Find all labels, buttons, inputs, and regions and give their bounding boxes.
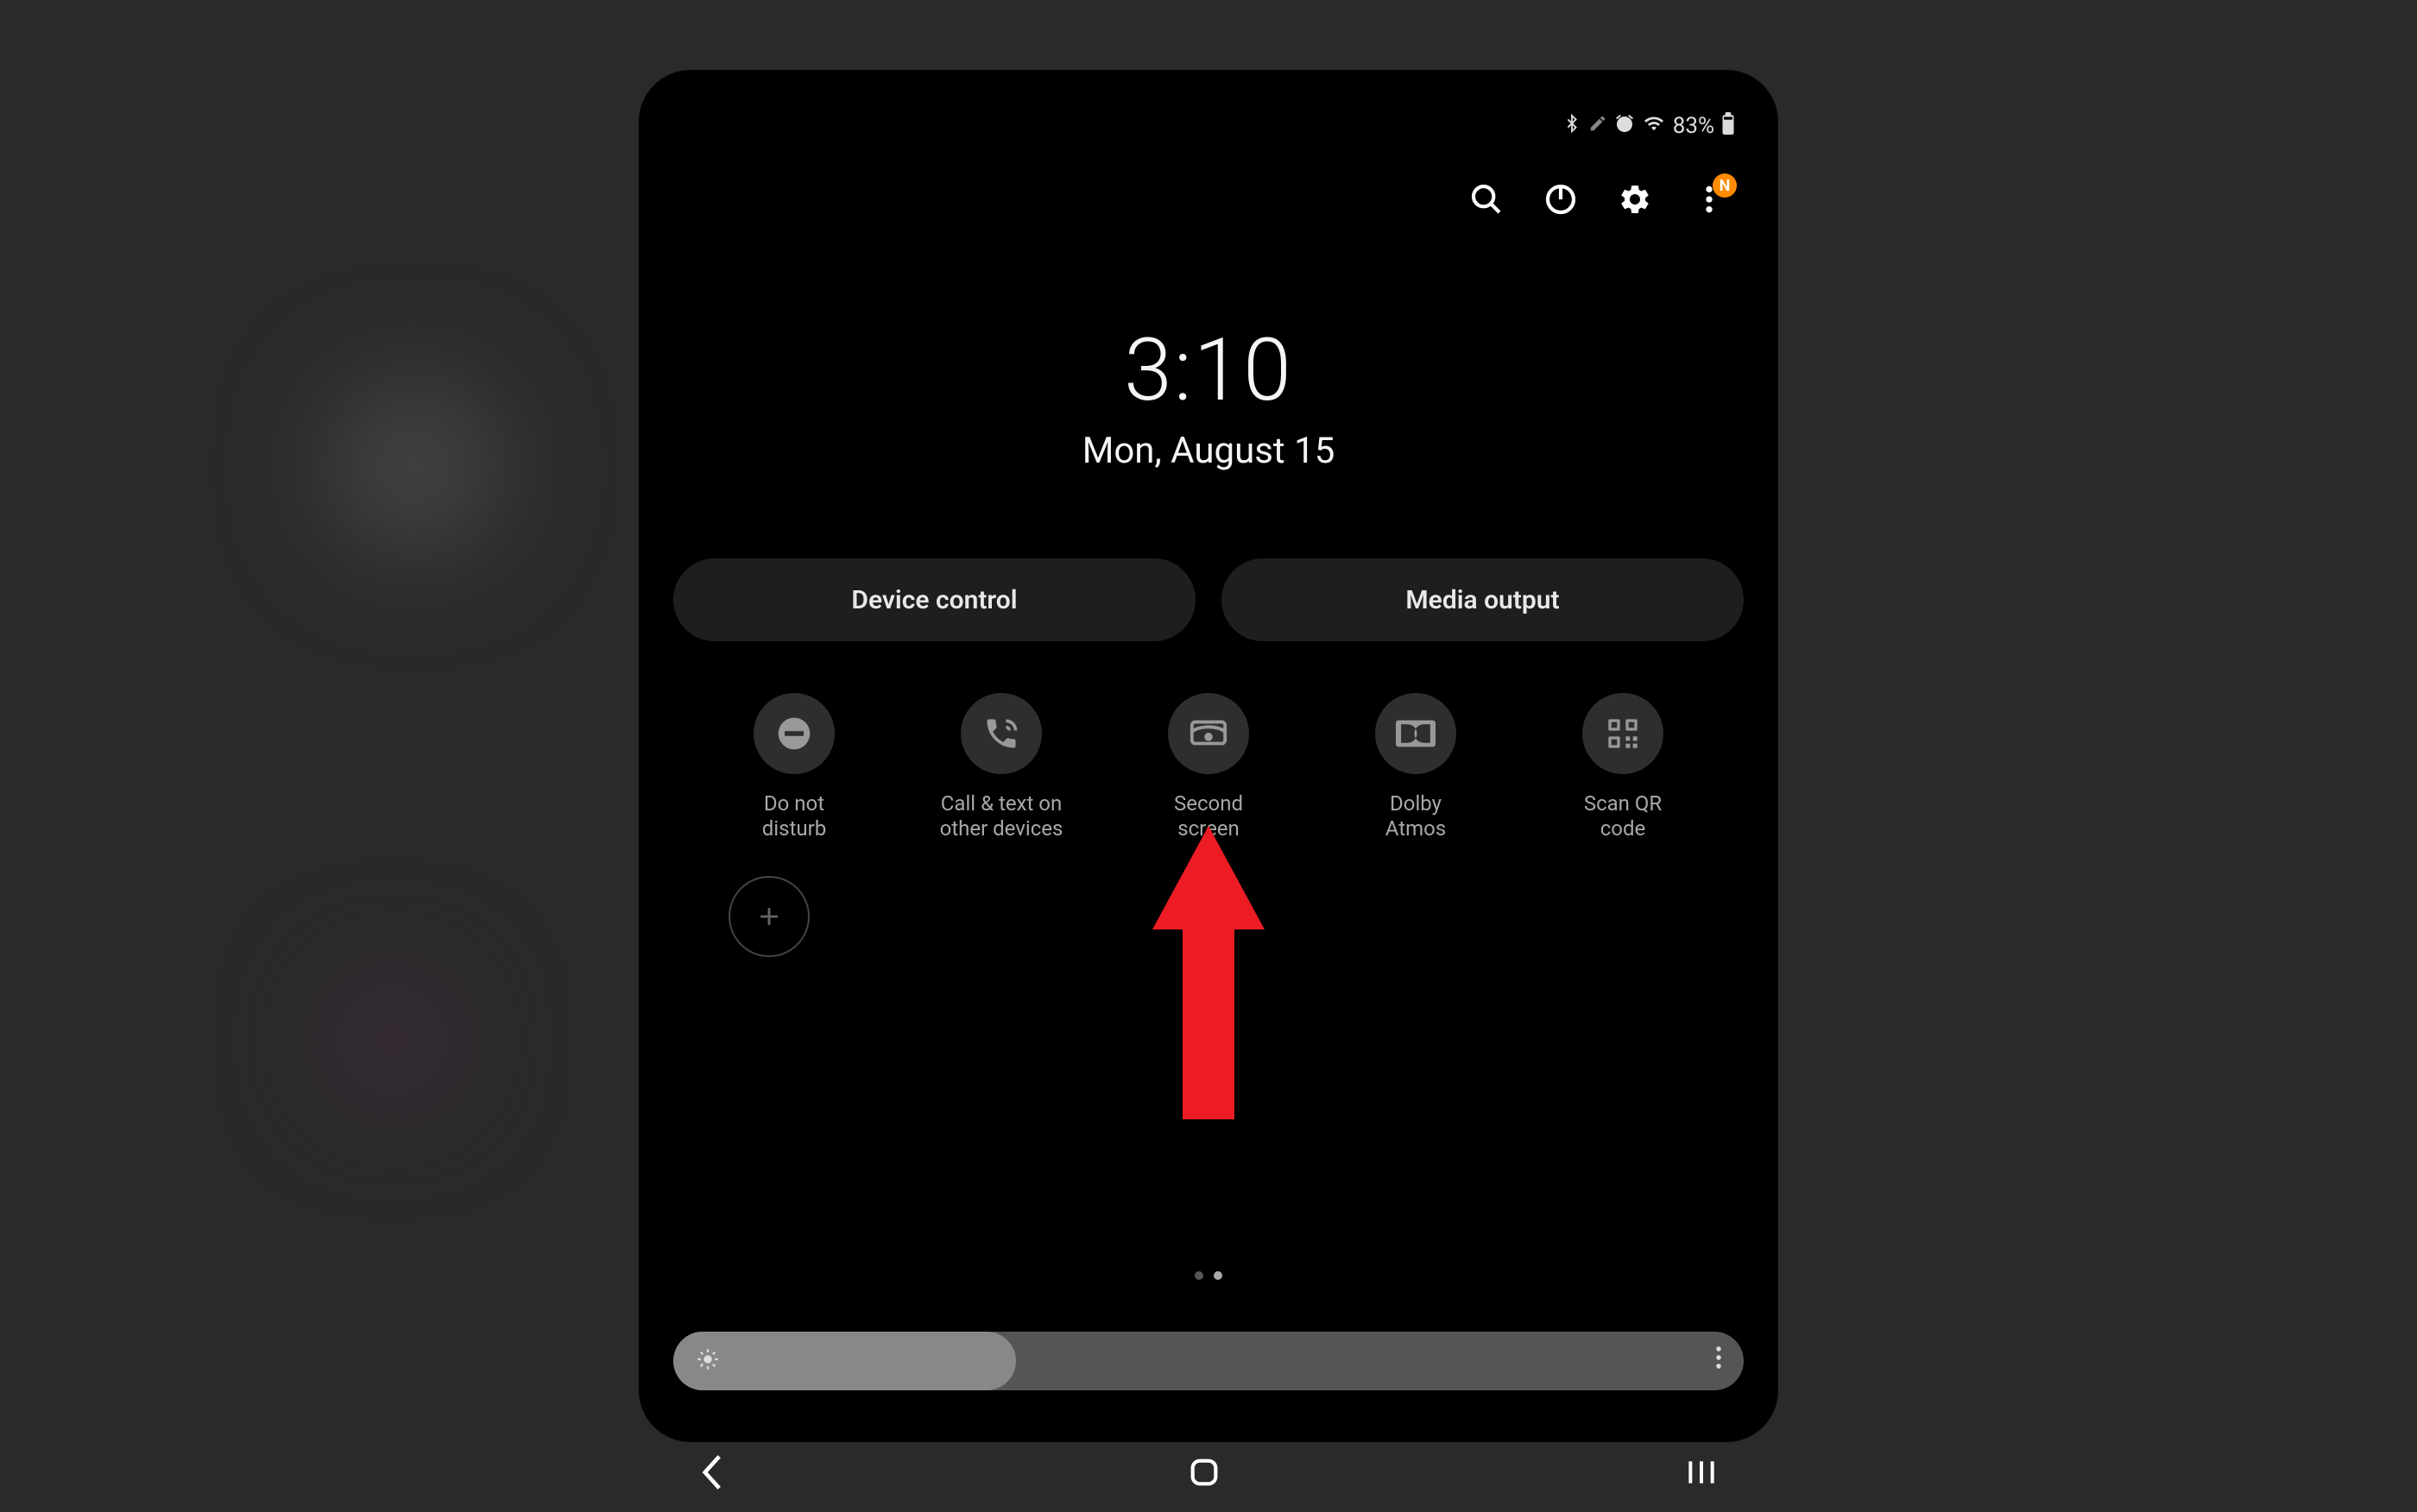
background-glow <box>328 975 458 1105</box>
settings-icon[interactable] <box>1618 182 1652 217</box>
page-dot <box>1195 1271 1203 1280</box>
device-control-button[interactable]: Device control <box>673 558 1196 641</box>
brightness-more-icon[interactable] <box>1714 1345 1723 1377</box>
toggle-second-screen[interactable]: Second screen <box>1131 693 1286 841</box>
dnd-icon <box>754 693 835 774</box>
toggle-label: Call & text on other devices <box>940 791 1063 841</box>
battery-percent: 83% <box>1673 113 1714 139</box>
wifi-icon <box>1642 113 1666 140</box>
page-indicator[interactable] <box>665 1271 1752 1280</box>
bluetooth-icon <box>1562 112 1581 141</box>
toggle-call-text-devices[interactable]: Call & text on other devices <box>924 693 1079 841</box>
brightness-slider[interactable] <box>673 1332 1744 1390</box>
toggle-label: Dolby Atmos <box>1385 791 1446 841</box>
brightness-fill <box>673 1332 1016 1390</box>
device-control-label: Device control <box>851 585 1017 615</box>
media-output-button[interactable]: Media output <box>1221 558 1744 641</box>
media-output-label: Media output <box>1405 585 1559 615</box>
notification-badge: N <box>1713 173 1737 198</box>
annotation-arrow <box>1152 826 1265 1123</box>
toggle-label: Do not disturb <box>762 791 826 841</box>
panel-actions: N <box>665 148 1752 217</box>
dolby-icon <box>1375 693 1456 774</box>
toggle-scan-qr[interactable]: Scan QR code <box>1545 693 1701 841</box>
pen-icon <box>1588 113 1607 139</box>
second-screen-icon <box>1168 693 1249 774</box>
brightness-icon <box>696 1347 720 1375</box>
power-icon[interactable] <box>1543 182 1578 217</box>
clock-time: 3:10 <box>665 320 1752 421</box>
alarm-icon <box>1614 113 1635 140</box>
battery-icon <box>1721 112 1735 141</box>
clock-date: Mon, August 15 <box>665 430 1752 472</box>
toggle-label: Scan QR code <box>1584 791 1662 841</box>
qr-icon <box>1582 693 1663 774</box>
recents-button[interactable] <box>1685 1457 1718 1491</box>
navigation-bar <box>639 1453 1778 1495</box>
home-button[interactable] <box>1187 1455 1221 1493</box>
background-glow <box>328 380 501 552</box>
call-sync-icon <box>961 693 1042 774</box>
status-bar: 83% <box>665 104 1752 148</box>
tablet-screen: 83% N 3:10 Mon, August 15 Device control <box>639 70 1778 1442</box>
more-icon[interactable]: N <box>1692 182 1726 217</box>
clock-block: 3:10 Mon, August 15 <box>665 320 1752 472</box>
toggle-do-not-disturb[interactable]: Do not disturb <box>716 693 872 841</box>
add-toggle-button[interactable] <box>729 876 810 957</box>
back-button[interactable] <box>699 1453 723 1495</box>
toggle-dolby-atmos[interactable]: Dolby Atmos <box>1338 693 1493 841</box>
page-dot-active <box>1214 1271 1222 1280</box>
quick-toggles: Do not disturb Call & text on other devi… <box>665 693 1752 841</box>
search-icon[interactable] <box>1469 182 1504 217</box>
